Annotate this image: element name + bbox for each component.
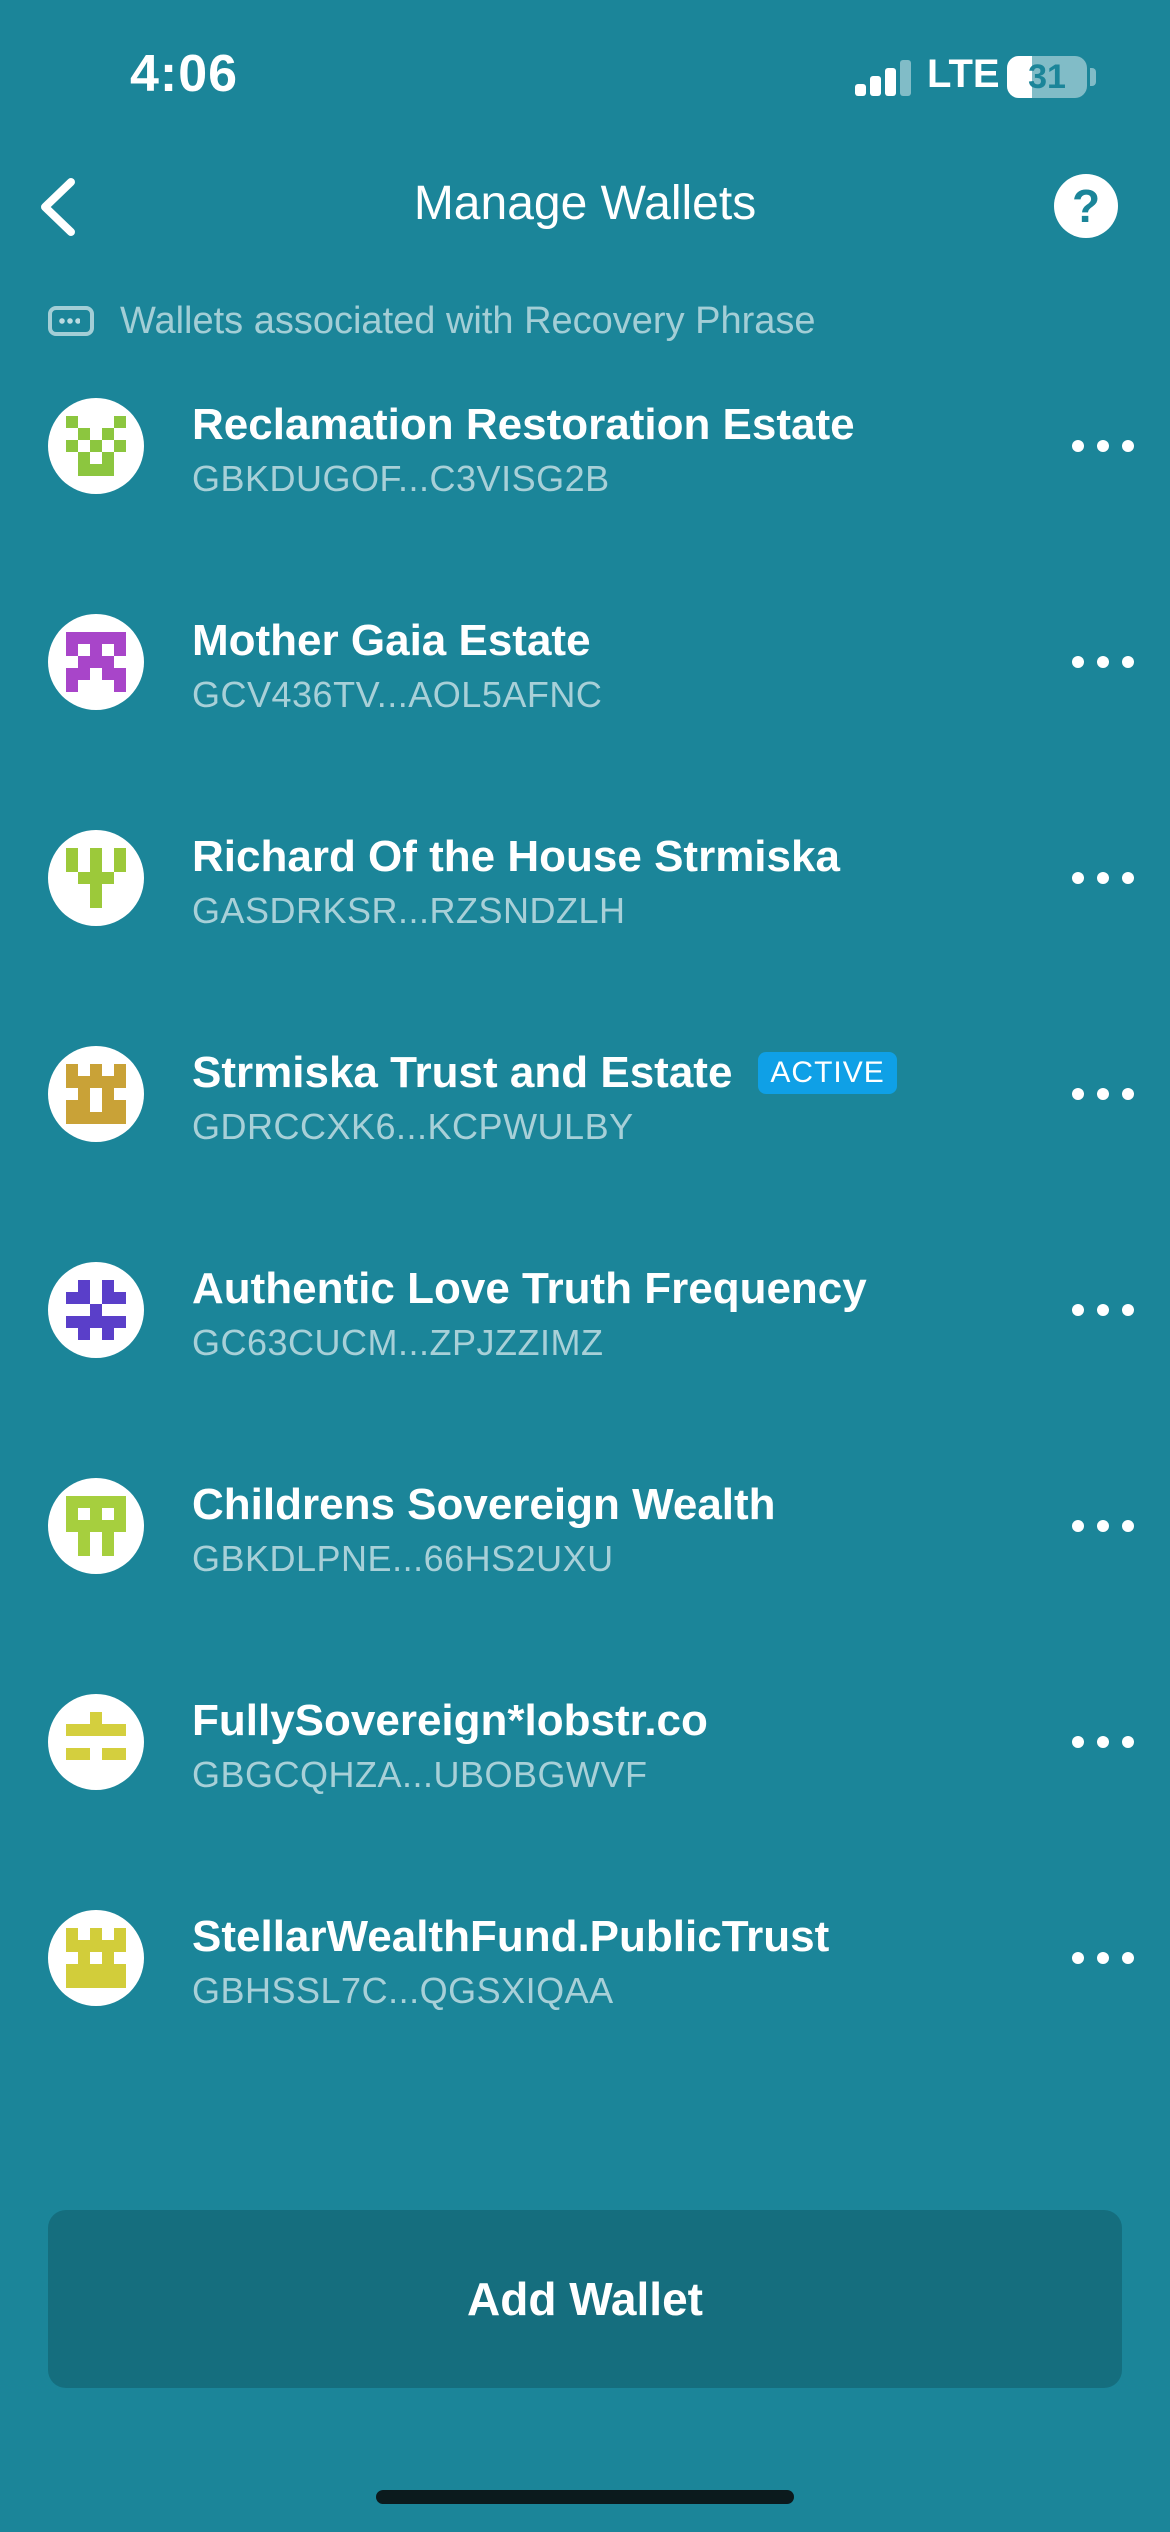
wallet-row[interactable]: Reclamation Restoration Estate GBKDUGOF..… bbox=[0, 360, 1170, 554]
wallet-name: Mother Gaia Estate bbox=[192, 616, 591, 666]
pixel-identicon-icon bbox=[66, 416, 126, 476]
wallet-avatar bbox=[48, 830, 144, 926]
wallet-address: GBKDLPNE...66HS2UXU bbox=[192, 1538, 614, 1579]
status-time: 4:06 bbox=[130, 45, 239, 103]
wallet-name: Authentic Love Truth Frequency bbox=[192, 1264, 867, 1314]
more-options-icon[interactable] bbox=[1072, 1938, 1134, 1978]
page-title: Manage Wallets bbox=[413, 177, 757, 230]
wallet-name: StellarWealthFund.PublicTrust bbox=[192, 1912, 829, 1962]
keyboard-icon bbox=[48, 306, 94, 336]
wallet-name: Reclamation Restoration Estate bbox=[192, 400, 855, 450]
wallet-avatar bbox=[48, 398, 144, 494]
wallet-row[interactable]: Childrens Sovereign Wealth GBKDLPNE...66H… bbox=[0, 1418, 1170, 1634]
wallet-avatar bbox=[48, 1262, 144, 1358]
battery-icon: 31 bbox=[1007, 56, 1087, 98]
wallet-address: GBHSSL7C...QGSXIQAA bbox=[192, 1970, 614, 2011]
pixel-identicon-icon bbox=[66, 848, 126, 908]
pixel-identicon-icon bbox=[66, 1064, 126, 1124]
pixel-identicon-icon bbox=[66, 632, 126, 692]
more-options-icon[interactable] bbox=[1072, 1290, 1134, 1330]
wallet-avatar bbox=[48, 1046, 144, 1142]
wallet-address: GC63CUCM...ZPJZZIMZ bbox=[192, 1322, 604, 1363]
wallet-row[interactable]: Mother Gaia Estate GCV436TV...AOL5AFNC bbox=[0, 554, 1170, 770]
pixel-identicon-icon bbox=[66, 1712, 126, 1760]
home-indicator bbox=[376, 2490, 794, 2504]
wallet-list[interactable]: GDPWVHYX...Z5YGXFYUReclamation Restorati… bbox=[0, 360, 1170, 2150]
battery-level: 31 bbox=[1028, 58, 1066, 96]
status-bar: 4:06 LTE 31 bbox=[0, 0, 1170, 150]
wallet-address: GASDRKSR...RZSNDZLH bbox=[192, 890, 626, 931]
wallet-name: Strmiska Trust and Estate ACTIVE bbox=[192, 1048, 897, 1098]
wallet-row[interactable]: FullySovereign*lobstr.co GBGCQHZA...UBOBG… bbox=[0, 1634, 1170, 1850]
pixel-identicon-icon bbox=[66, 1280, 126, 1340]
more-options-icon[interactable] bbox=[1072, 642, 1134, 682]
wallet-name: Richard Of the House Strmiska bbox=[192, 832, 840, 882]
wallet-name-text: FullySovereign*lobstr.co bbox=[192, 1696, 708, 1745]
help-button[interactable]: ? bbox=[1054, 174, 1118, 238]
cellular-signal-icon bbox=[855, 60, 913, 96]
wallet-address: GCV436TV...AOL5AFNC bbox=[192, 674, 603, 715]
section-header-label: Wallets associated with Recovery Phrase bbox=[120, 299, 816, 342]
wallet-name-text: Authentic Love Truth Frequency bbox=[192, 1264, 867, 1313]
wallet-avatar bbox=[48, 1478, 144, 1574]
more-options-icon[interactable] bbox=[1072, 858, 1134, 898]
wallet-row[interactable]: Richard Of the House Strmiska GASDRKSR...… bbox=[0, 770, 1170, 986]
wallet-name-text: Mother Gaia Estate bbox=[192, 616, 591, 665]
wallet-avatar bbox=[48, 1910, 144, 2006]
pixel-identicon-icon bbox=[66, 1928, 126, 1988]
network-type: LTE bbox=[927, 52, 1000, 96]
more-options-icon[interactable] bbox=[1072, 426, 1134, 466]
wallet-name-text: StellarWealthFund.PublicTrust bbox=[192, 1912, 830, 1961]
add-wallet-button[interactable]: Add Wallet bbox=[48, 2210, 1122, 2388]
wallet-name-text: Richard Of the House Strmiska bbox=[192, 832, 840, 881]
wallet-row[interactable]: StellarWealthFund.PublicTrust GBHSSL7C...… bbox=[0, 1850, 1170, 2066]
wallet-name: FullySovereign*lobstr.co bbox=[192, 1696, 708, 1746]
wallet-row[interactable]: Strmiska Trust and Estate ACTIVE GDRCCXK6.… bbox=[0, 986, 1170, 1202]
battery-tip bbox=[1090, 68, 1096, 86]
active-badge: ACTIVE bbox=[758, 1052, 897, 1094]
wallet-address: GBGCQHZA...UBOBGWVF bbox=[192, 1754, 648, 1795]
wallet-name-text: Strmiska Trust and Estate bbox=[192, 1048, 733, 1097]
wallet-avatar bbox=[48, 614, 144, 710]
wallet-name-text: Reclamation Restoration Estate bbox=[192, 400, 855, 449]
wallet-name: Childrens Sovereign Wealth bbox=[192, 1480, 776, 1530]
section-header: Wallets associated with Recovery Phrase bbox=[48, 296, 816, 346]
wallet-name-text: Childrens Sovereign Wealth bbox=[192, 1480, 776, 1529]
pixel-identicon-icon bbox=[66, 1496, 126, 1556]
wallet-row[interactable]: Authentic Love Truth Frequency GC63CUCM..… bbox=[0, 1202, 1170, 1418]
more-options-icon[interactable] bbox=[1072, 1074, 1134, 1114]
wallet-address: GBKDUGOF...C3VISG2B bbox=[192, 458, 610, 499]
wallet-avatar bbox=[48, 1694, 144, 1790]
more-options-icon[interactable] bbox=[1072, 1506, 1134, 1546]
more-options-icon[interactable] bbox=[1072, 1722, 1134, 1762]
wallet-address: GDRCCXK6...KCPWULBY bbox=[192, 1106, 634, 1147]
